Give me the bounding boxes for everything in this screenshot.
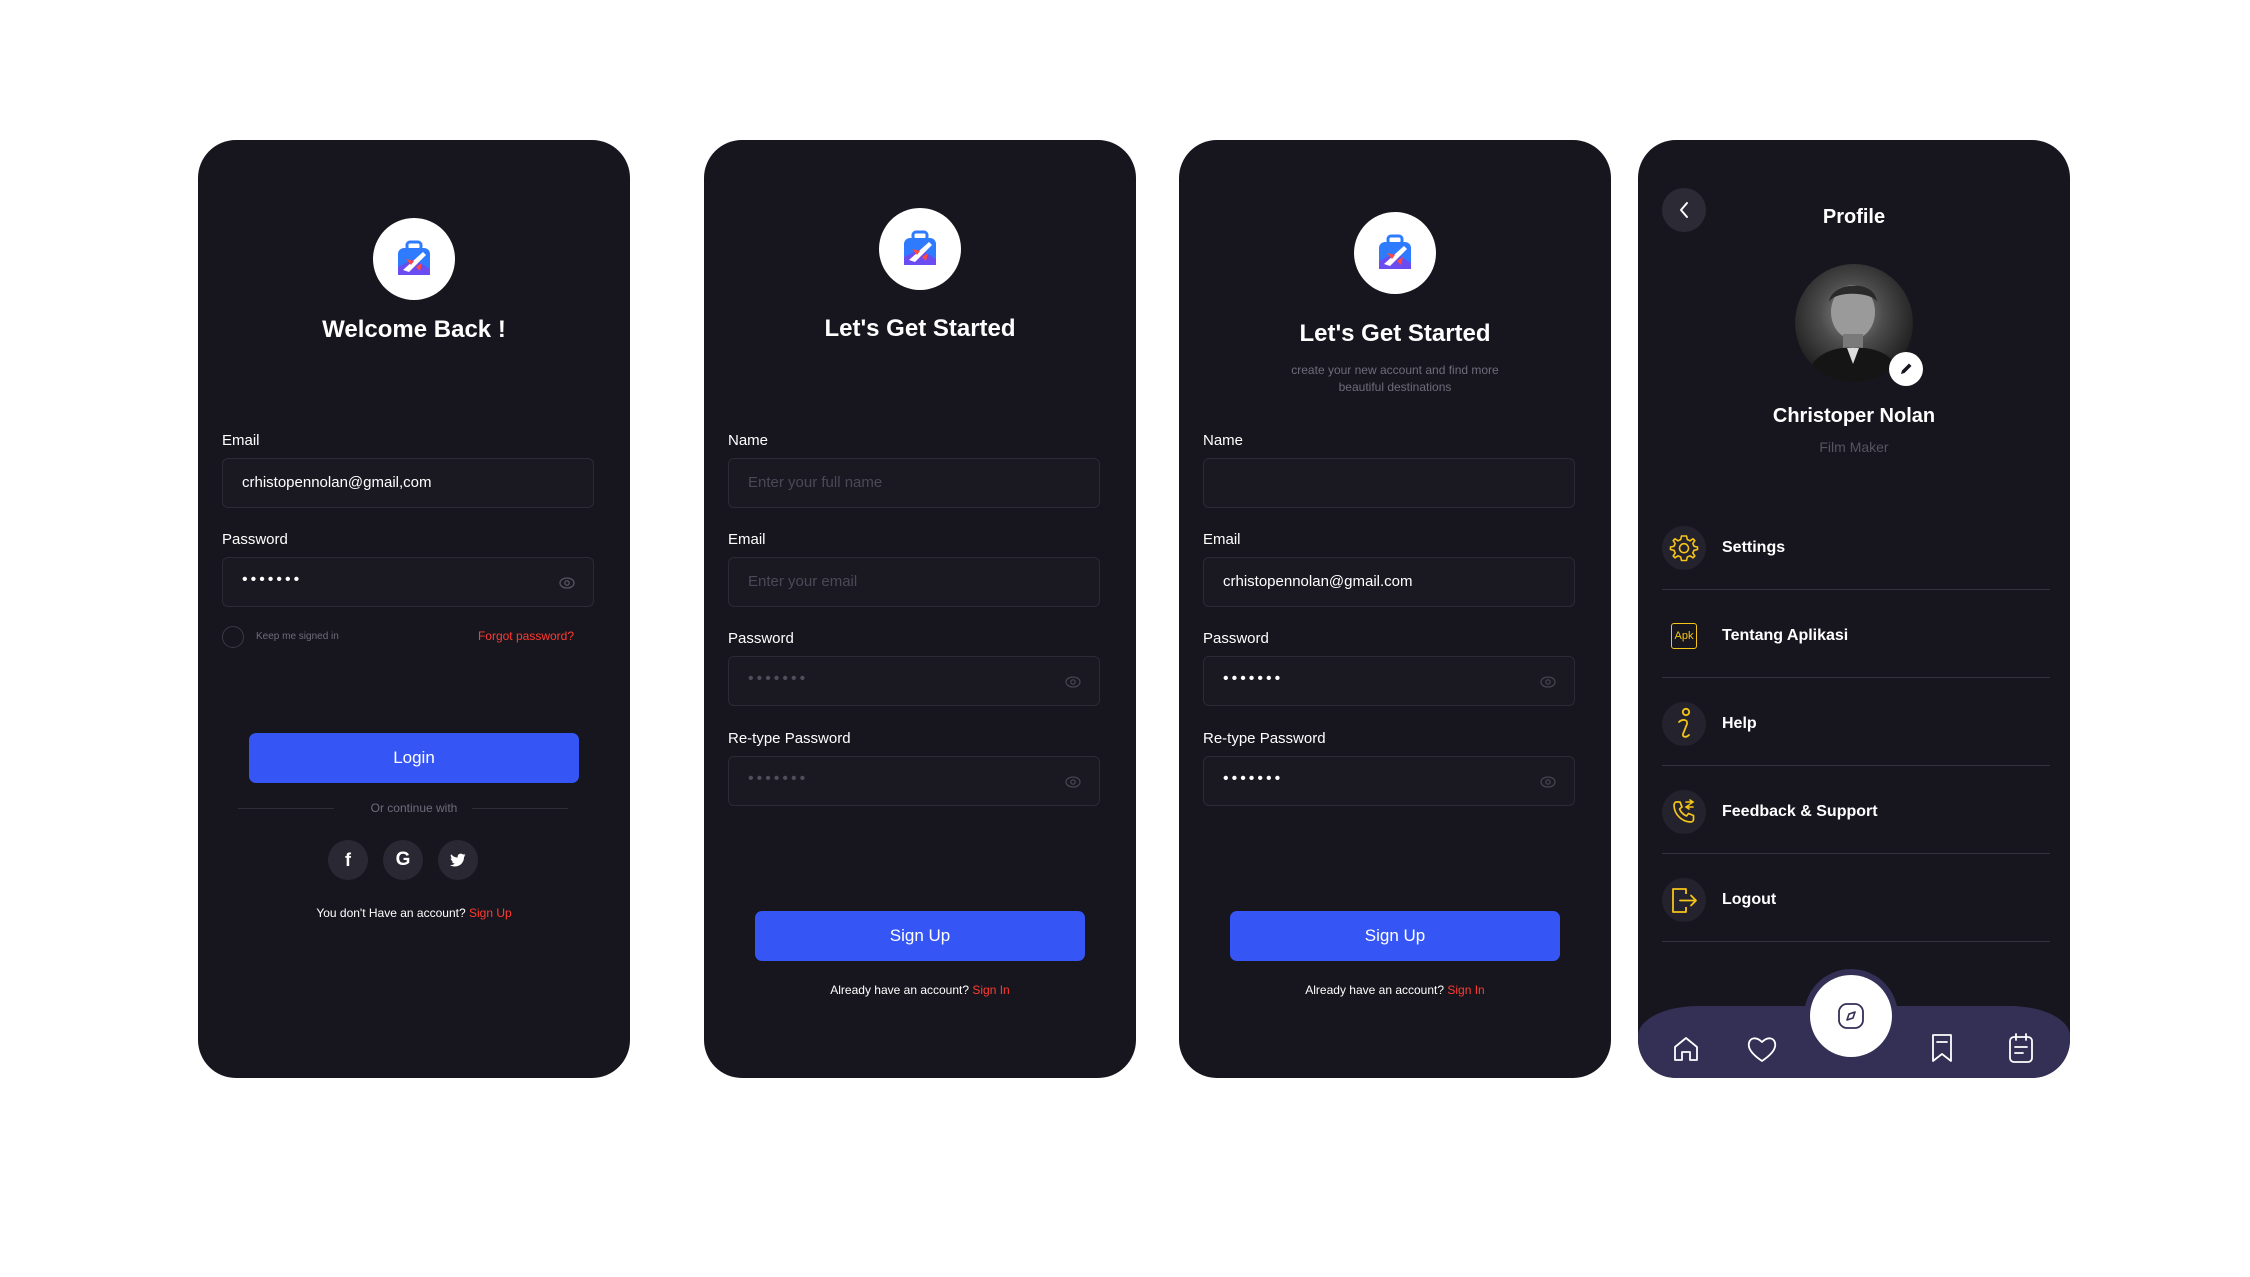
signup-screen-empty: Let's Get Started Name Enter your full n…: [704, 140, 1136, 1078]
menu-item-logout[interactable]: Logout: [1662, 854, 2050, 942]
signup-screen-filled: Let's Get Started create your new accoun…: [1179, 140, 1611, 1078]
eye-icon[interactable]: [559, 575, 575, 591]
retype-password-value: •••••••: [748, 770, 809, 787]
email-field[interactable]: crhistopennolan@gmail.com: [1203, 557, 1575, 607]
sign-up-button[interactable]: Sign Up: [755, 911, 1085, 961]
menu-label: Settings: [1722, 539, 1786, 556]
password-label: Password: [728, 630, 794, 647]
email-placeholder: Enter your email: [748, 573, 858, 590]
email-value: crhistopennolan@gmail.com: [1223, 573, 1413, 590]
info-icon: [1662, 702, 1706, 746]
menu-label: Tentang Aplikasi: [1722, 627, 1849, 644]
apk-icon-text: Apk: [1671, 623, 1697, 649]
phone-icon: [1662, 790, 1706, 834]
suitcase-plane-icon: [1379, 234, 1411, 269]
name-label: Name: [728, 432, 769, 449]
eye-icon[interactable]: [1065, 674, 1081, 690]
google-button[interactable]: G: [383, 840, 423, 880]
sign-in-link[interactable]: Sign In: [1447, 983, 1484, 997]
password-value: •••••••: [242, 571, 303, 588]
profile-name: Christoper Nolan: [1772, 405, 1936, 427]
keep-signed-in-label: Keep me signed in: [256, 631, 339, 642]
menu-item-feedback-support[interactable]: Feedback & Support: [1662, 766, 2050, 854]
page-title: Let's Get Started: [824, 315, 1016, 342]
home-icon[interactable]: [1671, 1034, 1701, 1064]
menu-item-tentang-aplikasi[interactable]: Apk Tentang Aplikasi: [1662, 590, 2050, 678]
login-button[interactable]: Login: [249, 733, 579, 783]
calendar-icon[interactable]: [2007, 1032, 2035, 1064]
subtitle-line: create your new account and find more: [1291, 363, 1499, 377]
menu-label: Feedback & Support: [1722, 803, 1878, 820]
bookmark-icon[interactable]: [1928, 1032, 1956, 1064]
name-placeholder: Enter your full name: [748, 474, 883, 491]
sign-up-link[interactable]: Sign Up: [469, 906, 512, 920]
password-value: •••••••: [1223, 670, 1284, 687]
page-title: Let's Get Started: [1299, 320, 1491, 347]
eye-icon[interactable]: [1065, 774, 1081, 790]
divider: [472, 808, 568, 809]
edit-avatar-button[interactable]: [1889, 352, 1923, 386]
name-label: Name: [1203, 432, 1244, 449]
password-field[interactable]: •••••••: [222, 557, 594, 607]
name-field[interactable]: Enter your full name: [728, 458, 1100, 508]
email-field[interactable]: crhistopennolan@gmail,com: [222, 458, 594, 508]
eye-icon[interactable]: [1540, 774, 1556, 790]
email-field[interactable]: Enter your email: [728, 557, 1100, 607]
no-account-text: You don't Have an account?: [316, 906, 466, 920]
twitter-icon: [450, 853, 466, 867]
login-screen: Welcome Back ! Email crhistopennolan@gma…: [198, 140, 630, 1078]
google-icon: G: [395, 849, 411, 870]
app-logo: [1354, 212, 1436, 294]
have-account-text: Already have an account?: [1305, 983, 1445, 997]
email-label: Email: [1203, 531, 1241, 548]
signin-prompt: Already have an account? Sign In: [704, 983, 1136, 997]
password-label: Password: [222, 531, 288, 548]
heart-icon[interactable]: [1746, 1034, 1778, 1064]
email-label: Email: [728, 531, 766, 548]
compass-icon: [1838, 1003, 1864, 1029]
password-field[interactable]: •••••••: [1203, 656, 1575, 706]
forgot-password-link[interactable]: Forgot password?: [478, 629, 574, 643]
password-field[interactable]: •••••••: [728, 656, 1100, 706]
password-value: •••••••: [748, 670, 809, 687]
sign-up-button[interactable]: Sign Up: [1230, 911, 1560, 961]
gear-icon: [1662, 526, 1706, 570]
facebook-icon: f: [345, 849, 351, 870]
password-label: Password: [1203, 630, 1269, 647]
profile-screen: Profile Christoper Nolan Film Maker Sett…: [1638, 140, 2070, 1078]
page-subtitle: create your new account and find more be…: [1179, 362, 1611, 396]
page-title: Profile: [1822, 206, 1886, 228]
retype-password-label: Re-type Password: [1203, 730, 1326, 747]
email-value: crhistopennolan@gmail,com: [242, 474, 432, 491]
apk-icon: Apk: [1662, 614, 1706, 658]
retype-password-field[interactable]: •••••••: [1203, 756, 1575, 806]
signup-prompt: You don't Have an account? Sign Up: [198, 906, 630, 920]
name-field[interactable]: [1203, 458, 1575, 508]
retype-password-value: •••••••: [1223, 770, 1284, 787]
sign-in-link[interactable]: Sign In: [972, 983, 1009, 997]
eye-icon[interactable]: [1540, 674, 1556, 690]
menu-label: Help: [1722, 715, 1757, 732]
suitcase-plane-icon: [904, 230, 936, 265]
subtitle-line: beautiful destinations: [1338, 380, 1452, 394]
signin-prompt: Already have an account? Sign In: [1179, 983, 1611, 997]
retype-password-label: Re-type Password: [728, 730, 851, 747]
menu-item-settings[interactable]: Settings: [1662, 502, 2050, 590]
facebook-button[interactable]: f: [328, 840, 368, 880]
logout-icon: [1662, 878, 1706, 922]
keep-signed-in-checkbox[interactable]: [222, 626, 244, 648]
twitter-button[interactable]: [438, 840, 478, 880]
menu-label: Logout: [1722, 891, 1777, 908]
pencil-icon: [1901, 363, 1912, 374]
page-title: Welcome Back !: [322, 316, 506, 343]
email-label: Email: [222, 432, 260, 449]
suitcase-plane-icon: [398, 240, 430, 275]
explore-button[interactable]: [1810, 975, 1892, 1057]
app-logo: [373, 218, 455, 300]
app-logo: [879, 208, 961, 290]
profile-role: Film Maker: [1819, 439, 1889, 455]
menu-item-help[interactable]: Help: [1662, 678, 2050, 766]
retype-password-field[interactable]: •••••••: [728, 756, 1100, 806]
have-account-text: Already have an account?: [830, 983, 970, 997]
